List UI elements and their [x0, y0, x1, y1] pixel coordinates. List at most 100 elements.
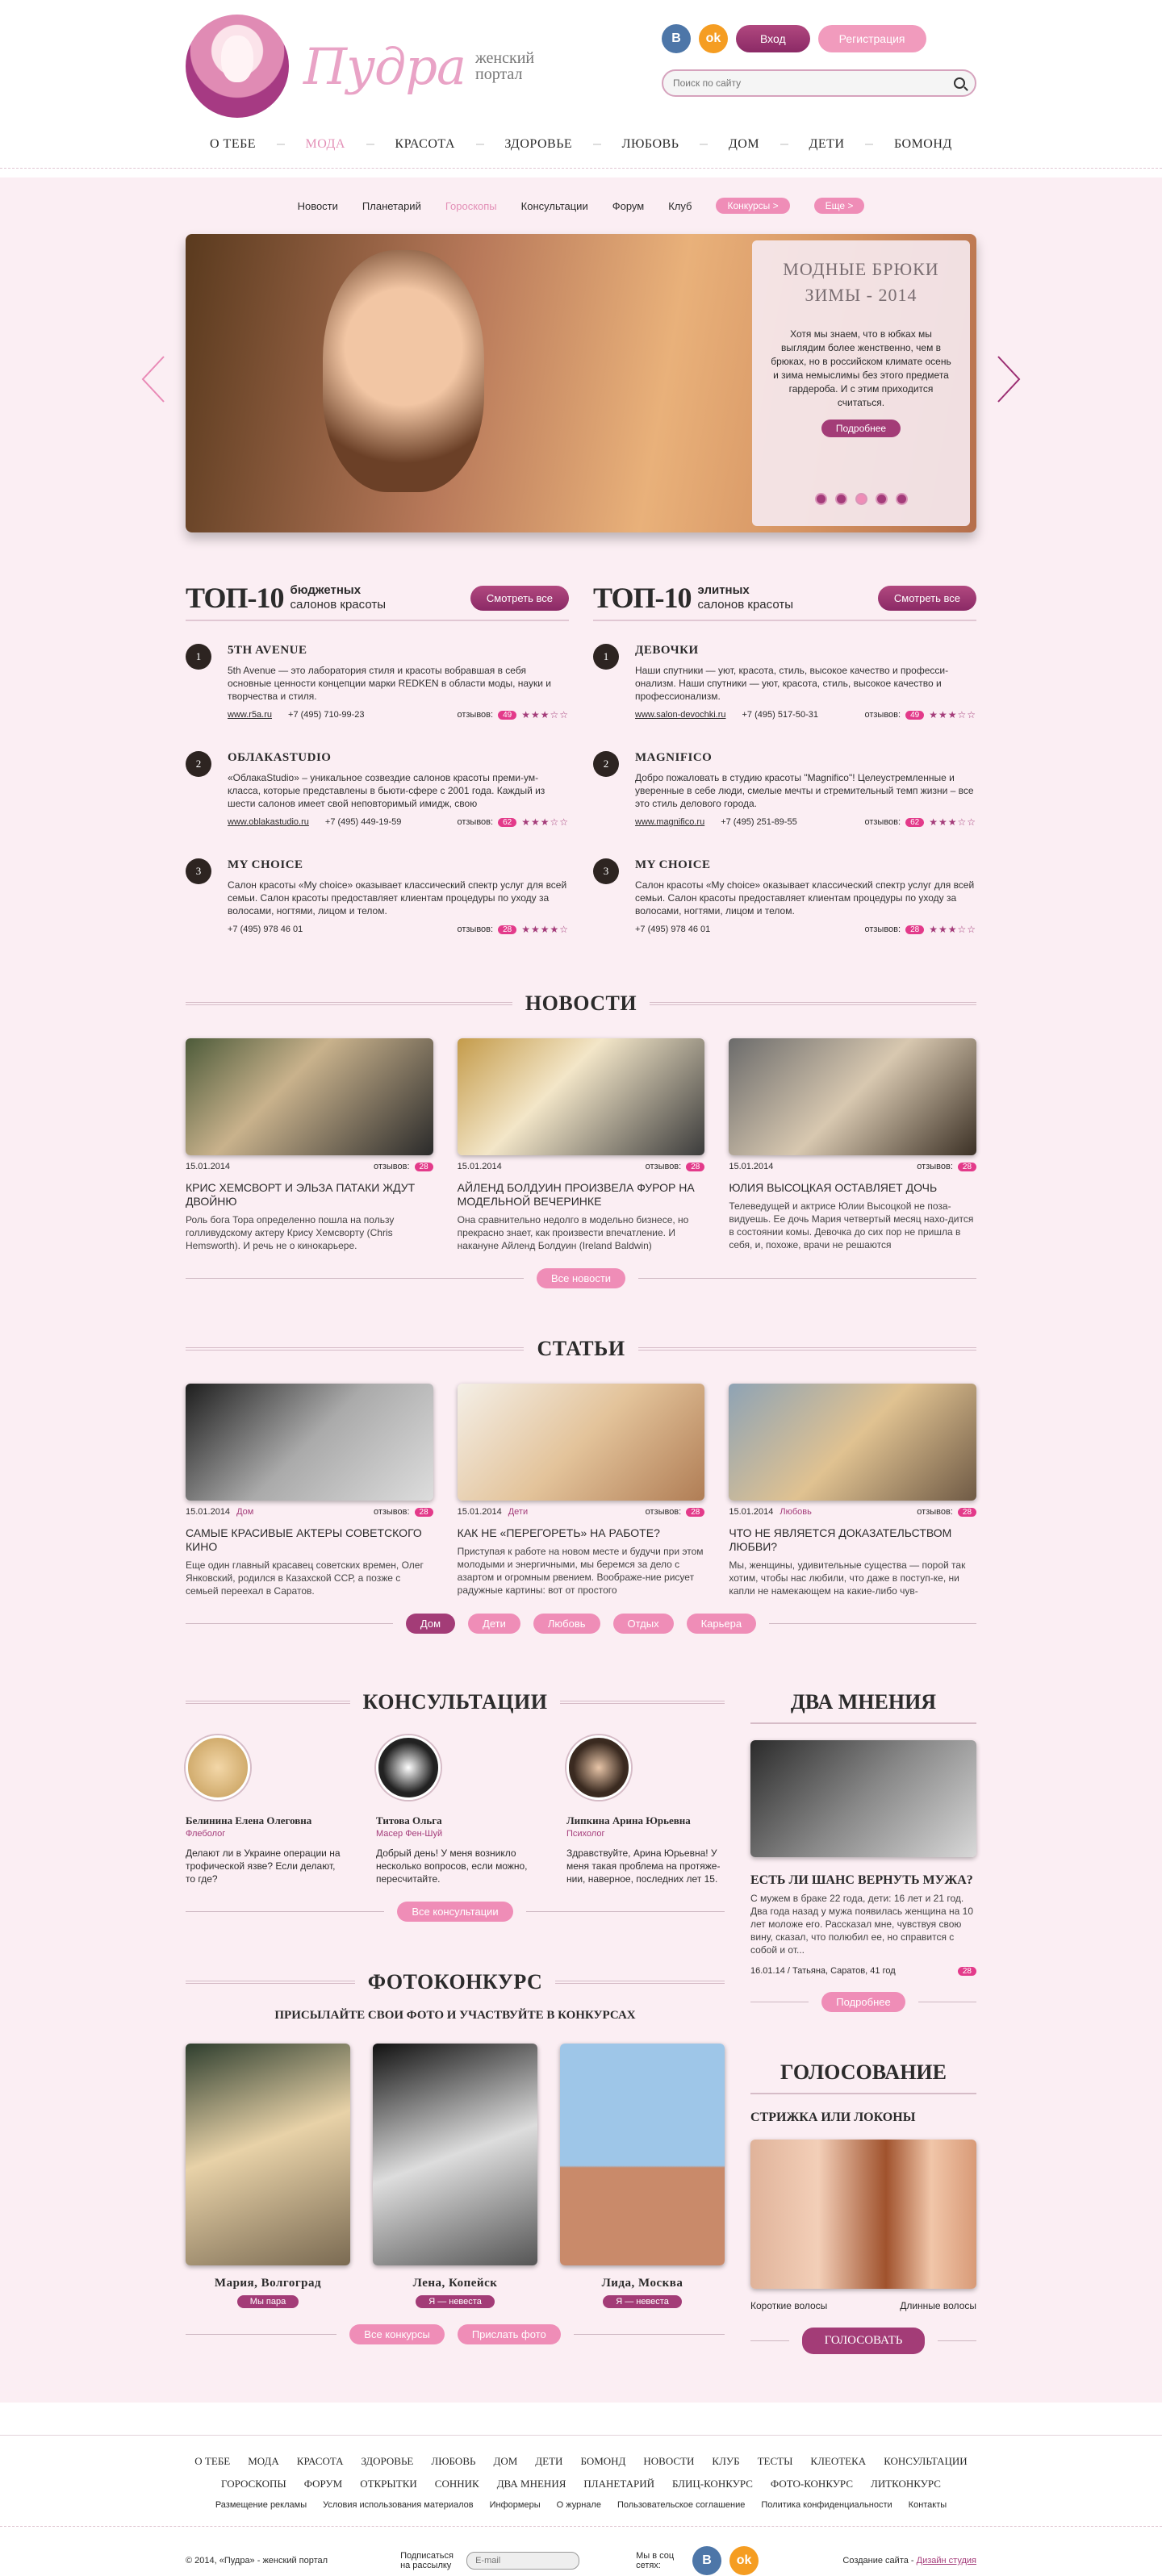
articles-reviews-count[interactable]: 28 — [957, 1507, 977, 1517]
subnav-item[interactable]: Новости — [298, 200, 338, 212]
ok-icon[interactable]: ok — [699, 24, 728, 53]
vote-option-2[interactable]: Длинные волосы — [900, 2300, 976, 2311]
salon-url[interactable]: www.r5a.ru — [228, 710, 272, 720]
articles-headline[interactable]: САМЫЕ КРАСИВЫЕ АКТЕРЫ СОВЕТСКОГО КИНО — [186, 1526, 433, 1554]
vk-icon[interactable]: B — [662, 24, 691, 53]
slider-prev-icon[interactable] — [141, 355, 165, 403]
nav-item[interactable]: ЛЮБОВЬ — [622, 137, 679, 152]
salon-name[interactable]: MY CHOICE — [228, 858, 569, 872]
footer-link[interactable]: Условия использования материалов — [323, 2500, 474, 2510]
salon-url[interactable]: www.oblakastudio.ru — [228, 817, 309, 827]
footer-nav-item[interactable]: БЛИЦ-КОНКУРС — [672, 2478, 753, 2490]
reviews-count[interactable]: 62 — [905, 817, 925, 827]
articles-tab[interactable]: Любовь — [533, 1614, 600, 1634]
footer-nav-item[interactable]: ДВА МНЕНИЯ — [497, 2478, 566, 2490]
news-headline[interactable]: ЮЛИЯ ВЫСОЦКАЯ ОСТАВЛЯЕТ ДОЧЬ — [729, 1181, 976, 1195]
avatar[interactable] — [376, 1735, 441, 1800]
news-card[interactable]: 15.01.2014 отзывов: 28 КРИС ХЕМСВОРТ И ЭЛЬЗ… — [186, 1038, 433, 1252]
slide-dot[interactable] — [834, 493, 847, 505]
avatar[interactable] — [186, 1735, 250, 1800]
salon-name[interactable]: 5TH AVENUE — [228, 644, 569, 658]
nav-item[interactable]: О ТЕБЕ — [210, 137, 256, 152]
articles-card[interactable]: 15.01.2014 Дети отзывов: 28 КАК НЕ «ПЕРЕГОРЕ… — [457, 1384, 705, 1597]
footer-nav-item[interactable]: СОННИК — [435, 2478, 479, 2490]
search-input[interactable] — [673, 77, 954, 89]
contest-tag[interactable]: Я — невеста — [416, 2295, 495, 2308]
footer-link[interactable]: Пользовательское соглашение — [617, 2500, 745, 2510]
articles-category[interactable]: Любовь — [780, 1507, 811, 1517]
register-button[interactable]: Регистрация — [817, 25, 926, 52]
footer-nav-item[interactable]: ТЕСТЫ — [758, 2455, 793, 2468]
salon-name[interactable]: MY CHOICE — [635, 858, 976, 872]
footer-link[interactable]: О журнале — [557, 2500, 601, 2510]
all-contests-button[interactable]: Все конкурсы — [349, 2324, 445, 2344]
articles-card[interactable]: 15.01.2014 Любовь отзывов: 28 ЧТО НЕ ЯВЛЯЕТС… — [729, 1384, 977, 1597]
opinions-question[interactable]: ЕСТЬ ЛИ ШАНС ВЕРНУТЬ МУЖА? — [750, 1873, 976, 1887]
footer-link[interactable]: Размещение рекламы — [215, 2500, 307, 2510]
footer-nav-item[interactable]: КЛЕОТЕКА — [810, 2455, 866, 2468]
articles-headline[interactable]: КАК НЕ «ПЕРЕГОРЕТЬ» НА РАБОТЕ? — [458, 1526, 705, 1540]
articles-tab[interactable]: Дом — [405, 1614, 456, 1634]
contest-photo[interactable] — [560, 2044, 725, 2265]
login-button[interactable]: Вход — [736, 25, 810, 52]
articles-tab[interactable]: Дети — [468, 1614, 520, 1634]
logo[interactable]: Пудра женский портал — [186, 15, 534, 118]
news-image[interactable] — [457, 1038, 705, 1155]
articles-tab[interactable]: Отдых — [612, 1614, 674, 1634]
footer-nav-item[interactable]: ФОТО-КОНКУРС — [771, 2478, 853, 2490]
footer-nav-item[interactable]: ПЛАНЕТАРИЙ — [583, 2478, 654, 2490]
slide-dot[interactable] — [875, 493, 888, 505]
news-reviews-count[interactable]: 28 — [957, 1162, 977, 1171]
footer-nav-item[interactable]: ЛИТКОНКУРС — [871, 2478, 941, 2490]
search-icon[interactable] — [954, 77, 965, 89]
vote-button[interactable]: ГОЛОСОВАТЬ — [801, 2328, 926, 2354]
footer-nav-item[interactable]: ДЕТИ — [535, 2455, 562, 2468]
nav-item[interactable]: ДЕТИ — [809, 137, 844, 152]
studio-link[interactable]: Дизайн студия — [917, 2556, 976, 2566]
nav-item[interactable]: БОМОНД — [894, 137, 952, 152]
reviews-count[interactable]: 62 — [498, 817, 517, 827]
slide-dot[interactable] — [855, 493, 867, 505]
news-reviews-count[interactable]: 28 — [686, 1162, 705, 1171]
articles-reviews-count[interactable]: 28 — [686, 1507, 705, 1517]
opinions-more-button[interactable]: Подробнее — [821, 1992, 905, 2012]
footer-nav-item[interactable]: КРАСОТА — [297, 2455, 344, 2468]
footer-nav-item[interactable]: БОМОНД — [580, 2455, 625, 2468]
footer-nav-item[interactable]: НОВОСТИ — [643, 2455, 694, 2468]
footer-nav-item[interactable]: КЛУБ — [712, 2455, 739, 2468]
footer-link[interactable]: Контакты — [909, 2500, 947, 2510]
articles-headline[interactable]: ЧТО НЕ ЯВЛЯЕТСЯ ДОКАЗАТЕЛЬСТВОМ ЛЮБВИ? — [729, 1526, 976, 1554]
contest-photo[interactable] — [186, 2044, 350, 2265]
salon-name[interactable]: ОБЛАКАSTUDIO — [228, 751, 569, 765]
news-reviews-count[interactable]: 28 — [414, 1162, 433, 1171]
subnav-item[interactable]: Гороскопы — [445, 200, 497, 212]
ok-icon[interactable]: ok — [729, 2546, 759, 2575]
articles-image[interactable] — [186, 1384, 433, 1501]
contest-tag[interactable]: Я — невеста — [603, 2295, 682, 2308]
news-image[interactable] — [186, 1038, 433, 1155]
footer-nav-item[interactable]: ДОМ — [493, 2455, 517, 2468]
footer-link[interactable]: Информеры — [490, 2500, 541, 2510]
footer-nav-item[interactable]: ЗДОРОВЬЕ — [362, 2455, 414, 2468]
footer-nav-item[interactable]: ОТКРЫТКИ — [360, 2478, 417, 2490]
articles-image[interactable] — [729, 1384, 977, 1501]
reviews-count[interactable]: 49 — [498, 710, 517, 720]
news-card[interactable]: 15.01.2014 отзывов: 28 ЮЛИЯ ВЫСОЦКАЯ ОСТАВЛ… — [729, 1038, 977, 1252]
reviews-count[interactable]: 49 — [905, 710, 925, 720]
salon-url[interactable]: www.magnifico.ru — [635, 817, 704, 827]
contest-photo[interactable] — [373, 2044, 537, 2265]
slide-dot[interactable] — [814, 493, 827, 505]
vote-option-1[interactable]: Короткие волосы — [750, 2300, 827, 2311]
news-card[interactable]: 15.01.2014 отзывов: 28 АЙЛЕНД БОЛДУИН ПРОИЗ… — [457, 1038, 705, 1252]
news-headline[interactable]: КРИС ХЕМСВОРТ И ЭЛЬЗА ПАТАКИ ЖДУТ ДВОЙНЮ — [186, 1181, 433, 1209]
all-consults-button[interactable]: Все консультации — [397, 1902, 513, 1922]
articles-category[interactable]: Дом — [236, 1507, 253, 1517]
nav-item[interactable]: КРАСОТА — [395, 137, 455, 152]
email-field[interactable] — [466, 2552, 580, 2570]
consultant-name[interactable]: Липкина Арина Юрьевна — [566, 1814, 725, 1827]
all-news-button[interactable]: Все новости — [536, 1268, 626, 1288]
reviews-count[interactable]: 28 — [498, 925, 517, 934]
reviews-count[interactable]: 28 — [905, 925, 925, 934]
vk-icon[interactable]: B — [692, 2546, 722, 2575]
slide-dot[interactable] — [895, 493, 908, 505]
